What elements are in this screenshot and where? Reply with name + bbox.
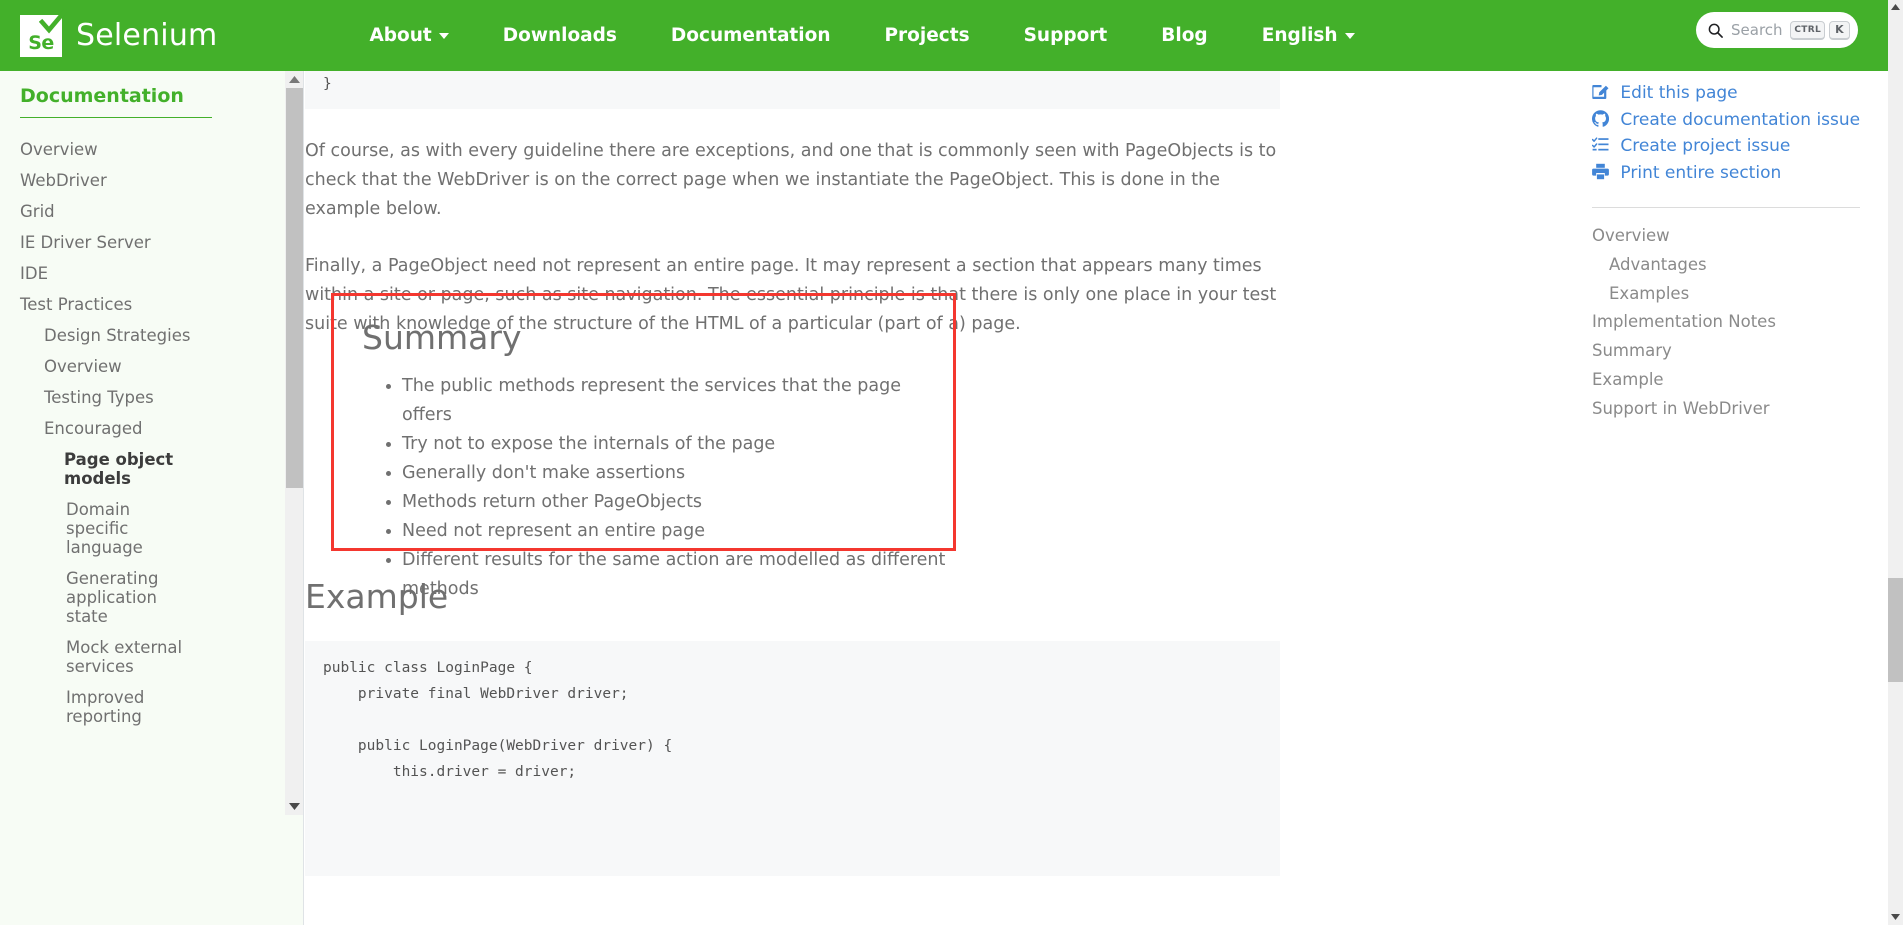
chevron-down-icon [1345, 33, 1355, 39]
logo-check-icon [39, 9, 67, 35]
toc-item-overview[interactable]: Overview [1592, 222, 1864, 251]
search-icon [1708, 23, 1723, 38]
sidebar-item-domain-specific-language[interactable]: Domain specific language [20, 494, 190, 563]
nav-label-documentation: Documentation [671, 25, 831, 46]
search-placeholder: Search [1731, 21, 1786, 39]
left-sidebar: Documentation Overview WebDriver Grid IE… [0, 71, 285, 925]
sidebar-scrollbar-thumb[interactable] [286, 88, 303, 488]
kbd-ctrl: CTRL [1790, 21, 1825, 40]
code-block-top: } [305, 71, 1280, 109]
nav-label-blog: Blog [1161, 25, 1207, 46]
toc-item-advantages[interactable]: Advantages [1592, 251, 1864, 280]
brand-logo-link[interactable]: Se Selenium [20, 15, 217, 57]
toc-item-summary[interactable]: Summary [1592, 337, 1864, 366]
sidebar-divider [20, 117, 212, 118]
code-block-example: public class LoginPage { private final W… [305, 641, 1280, 876]
logo-se-text: Se [20, 32, 62, 54]
toc-item-implementation-notes[interactable]: Implementation Notes [1592, 308, 1864, 337]
sidebar-item-encouraged[interactable]: Encouraged [20, 413, 220, 444]
search-input[interactable]: Search CTRL K [1696, 12, 1858, 48]
nav-label-projects: Projects [885, 25, 970, 46]
nav-label-about: About [369, 25, 431, 46]
toc-action-edit-this-page[interactable]: Edit this page [1592, 81, 1864, 106]
toc-action-create-documentation-issue[interactable]: Create documentation issue [1592, 108, 1864, 133]
sidebar-bottom-filler [285, 815, 304, 925]
summary-bullet-2: Try not to expose the internals of the p… [402, 430, 953, 459]
sidebar-item-webdriver[interactable]: WebDriver [20, 165, 220, 196]
top-navigation-bar: Se Selenium About Downloads Documentatio… [0, 0, 1888, 71]
paragraph-exceptions: Of course, as with every guideline there… [305, 137, 1280, 224]
sidebar-scrollbar[interactable] [285, 71, 304, 815]
summary-bullet-list: The public methods represent the service… [362, 372, 953, 604]
sidebar-item-page-object-models[interactable]: Page object models [20, 444, 180, 494]
example-heading: Example [305, 577, 1305, 617]
sidebar-item-test-practices[interactable]: Test Practices [20, 289, 220, 320]
sidebar-item-generating-application-state[interactable]: Generating application state [20, 563, 190, 632]
sidebar-item-overview-sub[interactable]: Overview [20, 351, 220, 382]
toc-item-examples[interactable]: Examples [1592, 280, 1864, 309]
nav-link-about[interactable]: About [342, 25, 475, 46]
sidebar-title: Documentation [20, 85, 285, 115]
browser-scrollbar-thumb[interactable] [1888, 578, 1903, 682]
toc-action-label-print: Print entire section [1620, 163, 1781, 183]
sidebar-item-mock-external-services[interactable]: Mock external services [20, 632, 190, 682]
main-content: } Of course, as with every guideline the… [305, 71, 1575, 925]
nav-link-support[interactable]: Support [997, 25, 1135, 46]
browser-scrollbar[interactable] [1888, 0, 1903, 925]
summary-bullet-4: Methods return other PageObjects [402, 488, 953, 517]
sidebar-item-improved-reporting[interactable]: Improved reporting [20, 682, 220, 732]
kbd-k: K [1829, 21, 1850, 40]
nav-link-blog[interactable]: Blog [1134, 25, 1234, 46]
chevron-down-icon [439, 33, 449, 39]
sidebar-item-ie-driver-server[interactable]: IE Driver Server [20, 227, 220, 258]
toc-item-example[interactable]: Example [1592, 366, 1864, 395]
toc-action-label-create-project-issue: Create project issue [1620, 136, 1790, 156]
sidebar-item-design-strategies[interactable]: Design Strategies [20, 320, 220, 351]
edit-square-icon [1592, 83, 1609, 100]
browser-scroll-up-arrow[interactable] [1888, 0, 1903, 15]
sidebar-scroll-down-arrow[interactable] [285, 798, 304, 815]
nav-label-language: English [1262, 25, 1338, 46]
nav-label-downloads: Downloads [503, 25, 617, 46]
brand-name: Selenium [76, 18, 217, 53]
selenium-logo-icon: Se [20, 15, 62, 57]
sidebar-content: Documentation Overview WebDriver Grid IE… [0, 71, 285, 732]
list-check-icon [1592, 136, 1609, 153]
browser-scroll-down-arrow[interactable] [1888, 910, 1903, 925]
toc-divider [1592, 207, 1860, 208]
right-table-of-contents: Edit this page Create documentation issu… [1592, 71, 1882, 925]
github-icon [1592, 110, 1609, 127]
summary-bullet-3: Generally don't make assertions [402, 459, 953, 488]
toc-action-print-entire-section[interactable]: Print entire section [1592, 161, 1864, 186]
nav-link-projects[interactable]: Projects [858, 25, 997, 46]
sidebar-scroll-up-arrow[interactable] [285, 71, 304, 88]
summary-heading: Summary [362, 318, 953, 358]
printer-icon [1592, 163, 1609, 180]
sidebar-item-overview[interactable]: Overview [20, 134, 220, 165]
sidebar-item-ide[interactable]: IDE [20, 258, 220, 289]
nav-link-downloads[interactable]: Downloads [476, 25, 644, 46]
nav-link-documentation[interactable]: Documentation [644, 25, 858, 46]
nav-link-language[interactable]: English [1235, 25, 1382, 46]
toc-item-support-in-webdriver[interactable]: Support in WebDriver [1592, 395, 1864, 424]
sidebar-item-grid[interactable]: Grid [20, 196, 220, 227]
nav-label-support: Support [1024, 25, 1108, 46]
example-section: Example public class LoginPage { private… [305, 577, 1305, 876]
toc-action-label-edit: Edit this page [1620, 83, 1737, 103]
toc-action-label-create-doc-issue: Create documentation issue [1620, 110, 1860, 130]
summary-bullet-5: Need not represent an entire page [402, 517, 953, 546]
toc-action-create-project-issue[interactable]: Create project issue [1592, 134, 1864, 159]
summary-bullet-1: The public methods represent the service… [402, 372, 953, 430]
nav-links: About Downloads Documentation Projects S… [342, 25, 1381, 46]
summary-highlight-box: Summary The public methods represent the… [331, 293, 956, 551]
sidebar-item-testing-types[interactable]: Testing Types [20, 382, 220, 413]
